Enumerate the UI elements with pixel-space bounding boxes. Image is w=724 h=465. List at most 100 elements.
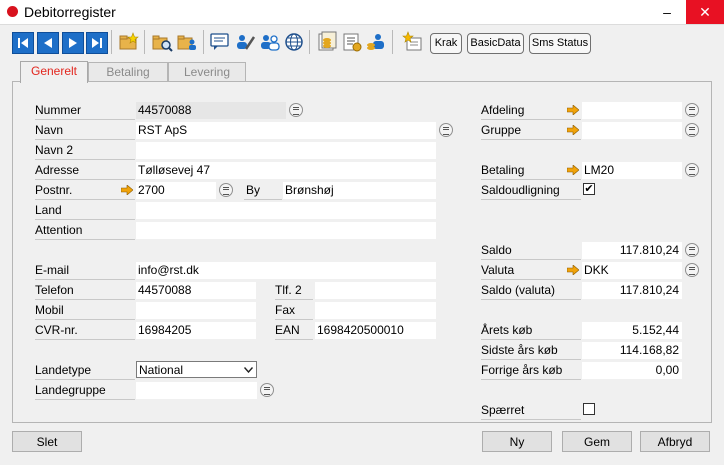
landegruppe-lookup-icon[interactable] — [260, 383, 274, 397]
slet-button[interactable]: Slet — [12, 431, 82, 452]
spaerret-checkbox[interactable] — [583, 403, 595, 415]
basicdata-button[interactable]: BasicData — [467, 33, 524, 54]
toolbar-separator — [111, 30, 112, 54]
previous-record-button[interactable] — [37, 32, 59, 54]
gruppe-arrow-icon[interactable] — [567, 125, 579, 135]
folder-star-icon[interactable] — [118, 31, 140, 53]
landegruppe-field[interactable] — [136, 382, 257, 399]
saldoudligning-label: Saldoudligning — [481, 182, 581, 200]
fax-field[interactable] — [315, 302, 436, 319]
email-field[interactable]: info@rst.dk — [136, 262, 436, 279]
sidste-aars-koeb-label: Sidste års køb — [481, 342, 581, 360]
saldo-lookup-icon[interactable] — [685, 243, 699, 257]
tab-betaling[interactable]: Betaling — [88, 62, 168, 82]
gem-button[interactable]: Gem — [562, 431, 632, 452]
krak-button[interactable]: Krak — [430, 33, 462, 54]
by-field[interactable]: Brønshøj — [283, 182, 436, 199]
valuta-arrow-icon[interactable] — [567, 265, 579, 275]
minimize-icon[interactable]: – — [648, 0, 686, 24]
first-record-button[interactable] — [12, 32, 34, 54]
comment-icon[interactable] — [209, 31, 231, 53]
postnr-arrow-icon[interactable] — [121, 185, 133, 195]
chevron-down-icon — [244, 367, 253, 373]
navn2-field[interactable] — [136, 142, 436, 159]
betaling-label: Betaling — [481, 162, 581, 180]
invoice-icon[interactable] — [341, 31, 363, 53]
saldoudligning-checkbox[interactable]: ✔ — [583, 183, 595, 195]
spaerret-label: Spærret — [481, 402, 581, 420]
afdeling-field[interactable] — [582, 102, 682, 119]
contacts-icon[interactable] — [259, 31, 281, 53]
email-label: E-mail — [35, 262, 135, 280]
telefon-field[interactable]: 44570088 — [136, 282, 256, 299]
customer-coins-icon[interactable] — [365, 31, 387, 53]
valuta-field[interactable]: DKK — [582, 262, 682, 279]
forrige-aars-koeb-label: Forrige års køb — [481, 362, 581, 380]
afdeling-label: Afdeling — [481, 102, 581, 120]
navn-field[interactable]: RST ApS — [136, 122, 436, 139]
next-record-button[interactable] — [62, 32, 84, 54]
landetype-value: National — [139, 363, 184, 377]
folder-search-icon[interactable] — [151, 31, 173, 53]
last-record-button[interactable] — [86, 32, 108, 54]
nummer-lookup-icon[interactable] — [289, 103, 303, 117]
postnr-field[interactable]: 2700 — [136, 182, 216, 199]
new-note-icon[interactable] — [402, 31, 424, 53]
toolbar-separator — [309, 30, 310, 54]
sms-status-button[interactable]: Sms Status — [529, 33, 591, 54]
adresse-label: Adresse — [35, 162, 135, 180]
landetype-select[interactable]: National — [136, 361, 257, 378]
tab-generelt[interactable]: Generelt — [20, 61, 88, 83]
ean-label: EAN — [275, 322, 313, 340]
gruppe-field[interactable] — [582, 122, 682, 139]
gruppe-lookup-icon[interactable] — [685, 123, 699, 137]
sidste-aars-koeb-field[interactable]: 114.168,82 — [582, 342, 682, 359]
adresse-field[interactable]: Tølløsevej 47 — [136, 162, 436, 179]
betaling-arrow-icon[interactable] — [567, 165, 579, 175]
valuta-label: Valuta — [481, 262, 581, 280]
postnr-lookup-icon[interactable] — [219, 183, 233, 197]
edit-contact-icon[interactable] — [234, 31, 256, 53]
close-icon[interactable]: ✕ — [686, 0, 724, 24]
saldo-valuta-label: Saldo (valuta) — [481, 282, 581, 300]
aarets-koeb-label: Årets køb — [481, 322, 581, 340]
betaling-lookup-icon[interactable] — [685, 163, 699, 177]
tlf2-label: Tlf. 2 — [275, 282, 313, 300]
land-label: Land — [35, 202, 135, 220]
navn-label: Navn — [35, 122, 135, 140]
saldo-label: Saldo — [481, 242, 581, 260]
ny-button[interactable]: Ny — [482, 431, 552, 452]
globe-icon[interactable] — [283, 31, 305, 53]
attention-field[interactable] — [136, 222, 436, 239]
window-title: Debitorregister — [24, 4, 116, 20]
forrige-aars-koeb-field[interactable]: 0,00 — [582, 362, 682, 379]
mobil-label: Mobil — [35, 302, 135, 320]
aarets-koeb-field[interactable]: 5.152,44 — [582, 322, 682, 339]
land-field[interactable] — [136, 202, 436, 219]
afdeling-arrow-icon[interactable] — [567, 105, 579, 115]
betaling-field[interactable]: LM20 — [582, 162, 682, 179]
toolbar-separator — [203, 30, 204, 54]
ledger-icon[interactable] — [316, 31, 338, 53]
ean-field[interactable]: 1698420500010 — [315, 322, 436, 339]
saldo-valuta-field[interactable]: 117.810,24 — [582, 282, 682, 299]
folder-people-icon[interactable] — [176, 31, 198, 53]
by-label: By — [244, 182, 282, 200]
nummer-field[interactable]: 44570088 — [136, 102, 286, 119]
landegruppe-label: Landegruppe — [35, 382, 135, 400]
cvr-label: CVR-nr. — [35, 322, 135, 340]
landetype-label: Landetype — [35, 362, 135, 380]
afbryd-button[interactable]: Afbryd — [640, 431, 710, 452]
navn2-label: Navn 2 — [35, 142, 135, 160]
postnr-label: Postnr. — [35, 182, 135, 200]
saldo-field[interactable]: 117.810,24 — [582, 242, 682, 259]
tlf2-field[interactable] — [315, 282, 436, 299]
cvr-field[interactable]: 16984205 — [136, 322, 256, 339]
valuta-lookup-icon[interactable] — [685, 263, 699, 277]
mobil-field[interactable] — [136, 302, 256, 319]
toolbar-separator — [144, 30, 145, 54]
afdeling-lookup-icon[interactable] — [685, 103, 699, 117]
tab-levering[interactable]: Levering — [168, 62, 246, 82]
navn-lookup-icon[interactable] — [439, 123, 453, 137]
nummer-label: Nummer — [35, 102, 135, 120]
